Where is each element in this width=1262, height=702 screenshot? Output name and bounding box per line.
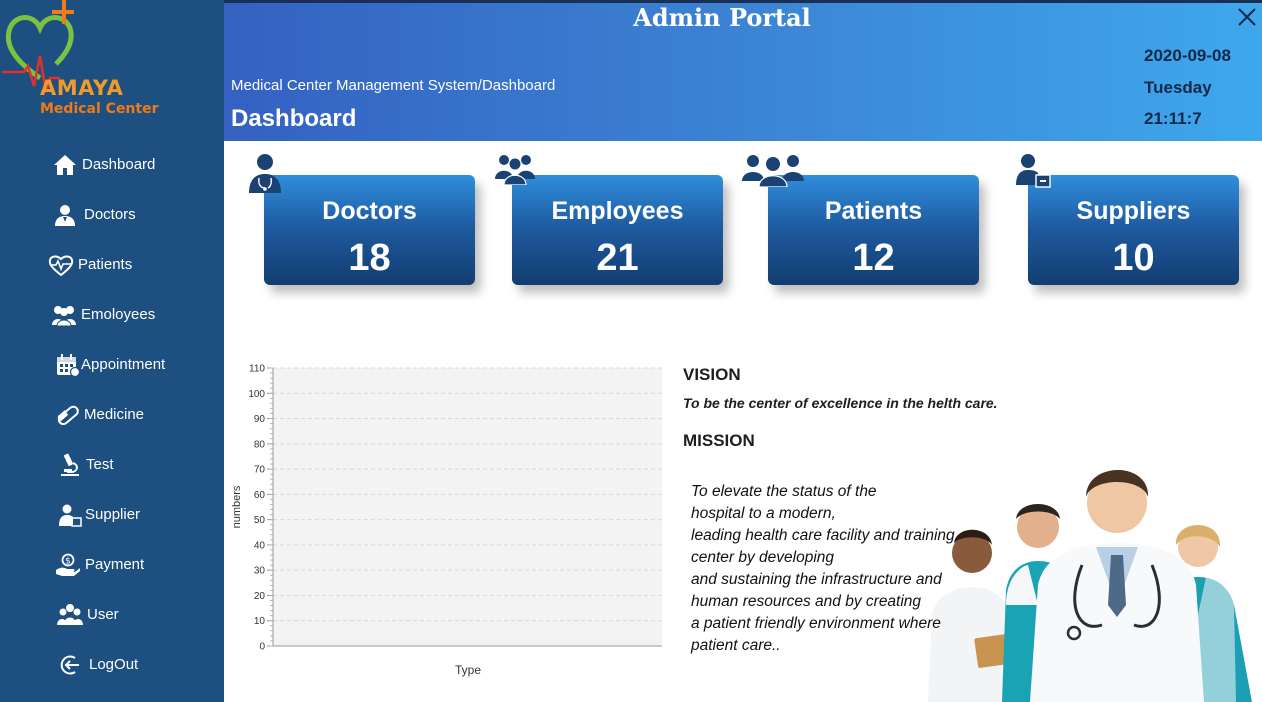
doctor-icon — [249, 154, 281, 193]
mission-line: a patient friendly environment where — [691, 615, 941, 632]
day-label: Tuesday — [1144, 78, 1212, 97]
date-label: 2020-09-08 — [1144, 46, 1231, 65]
sidebar-item-label: Payment — [85, 556, 145, 573]
close-icon[interactable] — [1236, 6, 1258, 28]
breadcrumb: Medical Center Management System/Dashboa… — [231, 77, 556, 94]
logout-icon — [60, 655, 79, 675]
stat-value: 21 — [596, 237, 639, 279]
logo: AMAYA Medical Center — [0, 0, 224, 130]
y-tick-label: 70 — [254, 465, 266, 476]
pill-icon — [57, 405, 79, 426]
plot-area — [273, 368, 662, 646]
sidebar-item-label: Dashboard — [82, 156, 156, 173]
home-icon — [54, 155, 76, 175]
payment-icon: $ — [56, 553, 80, 576]
sidebar-item-label: Patients — [78, 256, 133, 273]
y-tick-label: 60 — [254, 490, 266, 501]
users-icon — [57, 604, 83, 625]
y-tick-label: 90 — [254, 414, 266, 425]
supplier-icon — [59, 504, 82, 527]
stat-card-patients[interactable]: Patients 12 — [768, 175, 979, 285]
stat-value: 10 — [1112, 237, 1155, 279]
supplier-icon — [1016, 154, 1051, 188]
chart-canvas: 0 10 20 30 40 50 60 70 80 90 100 110 numbers Type — [231, 364, 662, 677]
sidebar-item-label: Supplier — [85, 506, 141, 523]
heart-pulse-icon — [48, 255, 74, 277]
mission-line: center by developing — [691, 549, 835, 566]
sidebar-item-payment[interactable]: $ Payment — [0, 547, 224, 583]
sidebar-item-label: User — [87, 606, 119, 623]
group-icon — [52, 306, 76, 327]
sidebar-item-label: Test — [86, 456, 114, 473]
microscope-icon — [61, 453, 79, 476]
stat-value: 18 — [348, 237, 391, 279]
calendar-icon — [57, 354, 81, 377]
portal-title: Admin Portal — [633, 3, 811, 32]
vision-heading: VISION — [683, 365, 741, 384]
mission-line: To elevate the status of the — [691, 483, 877, 500]
bar-chart: 0 10 20 30 40 50 60 70 80 90 100 110 numbers Type — [228, 358, 670, 688]
logo-subtitle: Medical Center — [40, 101, 159, 117]
mission-line: leading health care facility and trainin… — [691, 527, 955, 544]
mission-line: hospital to a modern, — [691, 505, 836, 522]
mission-heading: MISSION — [683, 431, 755, 450]
stat-card-employees[interactable]: Employees 21 — [512, 175, 723, 285]
vision-text: To be the center of excellence in the he… — [683, 395, 998, 411]
sidebar-item-user[interactable]: User — [0, 597, 224, 633]
employees-icon — [495, 155, 535, 185]
patients-group-icon — [742, 155, 804, 187]
y-tick-label: 10 — [254, 616, 266, 627]
sidebar-item-medicine[interactable]: Medicine — [0, 397, 224, 433]
stat-label: Employees — [551, 197, 684, 225]
x-axis-label: Type — [455, 663, 481, 677]
stat-card-doctors[interactable]: Doctors 18 — [264, 175, 475, 285]
stat-value: 12 — [852, 237, 895, 279]
mission-line: human resources and by creating — [691, 593, 922, 610]
sidebar-item-test[interactable]: Test — [0, 447, 224, 483]
sidebar-item-label: Doctors — [84, 206, 136, 223]
sidebar-item-label: Appointment — [81, 356, 166, 373]
time-label: 21:11:7 — [1144, 109, 1202, 128]
sidebar-item-dashboard[interactable]: Dashboard — [0, 147, 224, 183]
y-tick-label: 100 — [248, 389, 265, 400]
svg-text:$: $ — [65, 557, 71, 567]
doctors-group-image — [928, 470, 1252, 702]
y-tick-label: 20 — [254, 591, 266, 602]
stat-card-suppliers[interactable]: Suppliers 10 — [1028, 175, 1239, 285]
sidebar-item-label: Emoloyees — [81, 306, 156, 323]
sidebar: AMAYA Medical Center Dashboard Doctors P… — [0, 0, 224, 702]
y-tick-label: 50 — [254, 515, 266, 526]
y-tick-label: 30 — [254, 566, 266, 577]
page-title: Dashboard — [231, 105, 357, 132]
y-axis-label: numbers — [231, 485, 243, 528]
y-tick-label: 80 — [254, 439, 266, 450]
mission-line: patient care.. — [691, 637, 781, 654]
sidebar-item-patients[interactable]: Patients — [0, 247, 224, 283]
doctor-icon — [55, 205, 75, 226]
y-tick-label: 40 — [254, 540, 266, 551]
logo-name: AMAYA — [40, 76, 124, 100]
stat-label: Suppliers — [1076, 197, 1191, 225]
mission-line: and sustaining the infrastructure and — [691, 571, 942, 588]
sidebar-item-doctors[interactable]: Doctors — [0, 197, 224, 233]
sidebar-item-employees[interactable]: Emoloyees — [0, 297, 224, 333]
stat-label: Doctors — [322, 197, 417, 225]
y-tick-label: 110 — [249, 364, 265, 375]
sidebar-item-logout[interactable]: LogOut — [0, 647, 224, 683]
sidebar-item-supplier[interactable]: Supplier — [0, 497, 224, 533]
sidebar-item-label: LogOut — [89, 656, 139, 673]
y-tick-label: 0 — [259, 642, 265, 653]
stat-label: Patients — [824, 197, 923, 225]
sidebar-item-appointment[interactable]: Appointment — [0, 347, 224, 383]
sidebar-item-label: Medicine — [84, 406, 145, 423]
